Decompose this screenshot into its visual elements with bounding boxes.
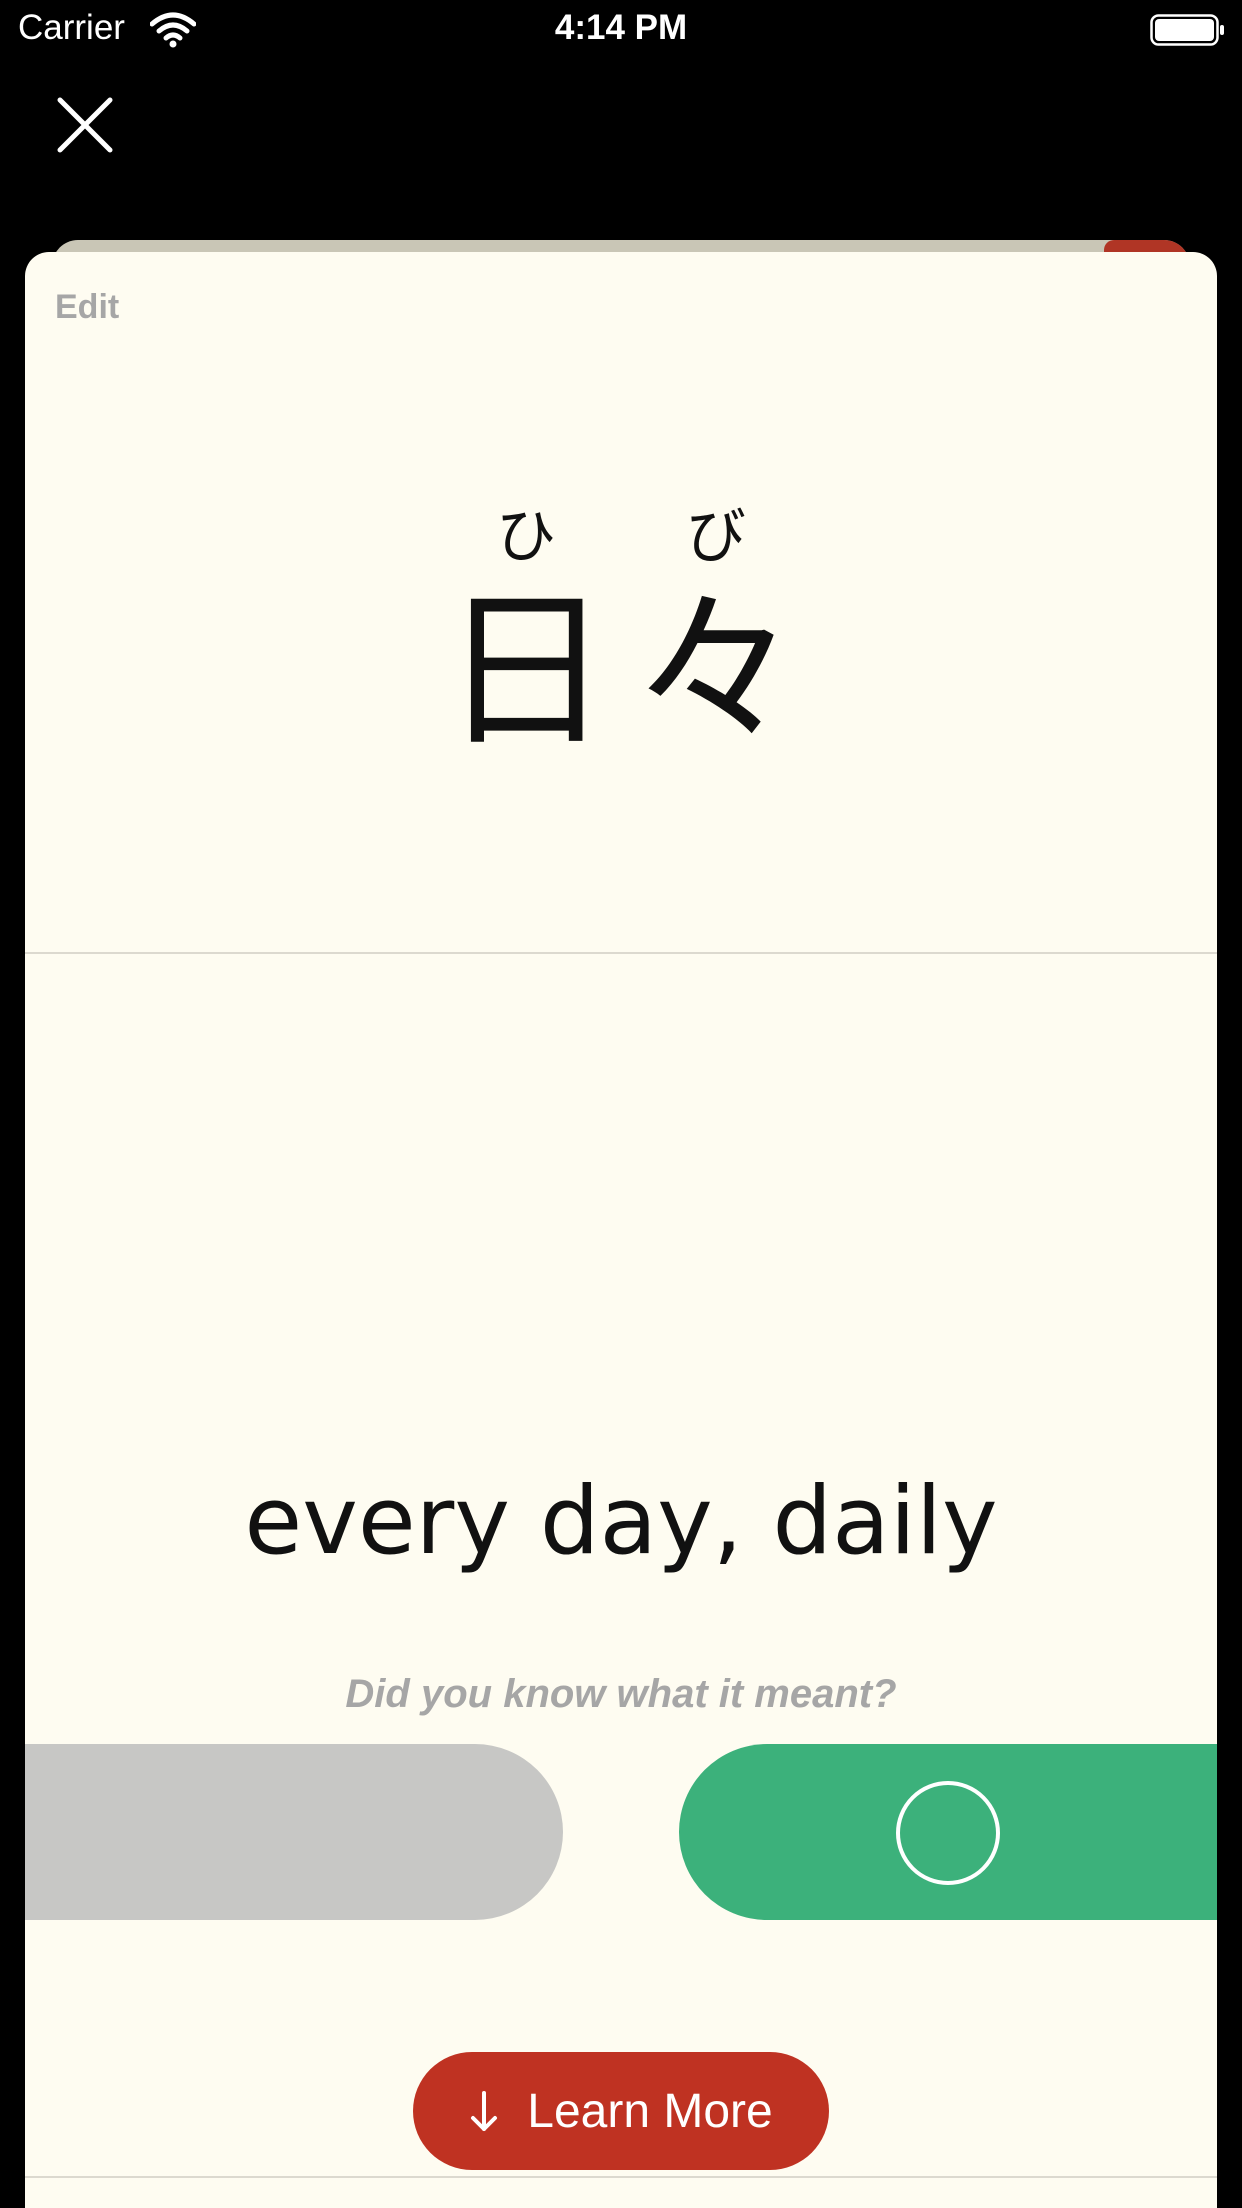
card-divider: [25, 952, 1217, 954]
meaning: every day, daily: [244, 1467, 998, 1576]
term-character: び 々: [631, 502, 801, 772]
furigana: ひ: [496, 502, 556, 572]
furigana: び: [686, 502, 746, 572]
learn-more-label: Learn More: [527, 2084, 773, 2138]
term-character: ひ 日: [441, 502, 611, 772]
close-icon: [57, 97, 113, 153]
bottom-divider: [25, 2176, 1217, 2178]
kanji: 々: [631, 573, 802, 771]
learn-more-button[interactable]: Learn More: [413, 2052, 829, 2170]
flashcard: Edit ひ 日 び 々 every day, daily Did you kn…: [25, 252, 1217, 2208]
term: ひ 日 び 々: [25, 502, 1217, 772]
close-button[interactable]: [50, 90, 120, 160]
x-icon: [245, 1784, 341, 1880]
status-bar: Carrier 4:14 PM: [0, 0, 1242, 60]
clock: 4:14 PM: [554, 8, 688, 47]
recall-prompt: Did you know what it meant?: [345, 1672, 897, 1716]
didnt-know-button[interactable]: [25, 1744, 563, 1920]
edit-button[interactable]: Edit: [55, 288, 119, 327]
battery-icon: [1150, 14, 1224, 46]
kanji: 日: [441, 573, 612, 771]
arrow-down-icon: [471, 2091, 498, 2131]
circle-icon: [896, 1781, 1000, 1885]
knew-it-button[interactable]: [679, 1744, 1217, 1920]
